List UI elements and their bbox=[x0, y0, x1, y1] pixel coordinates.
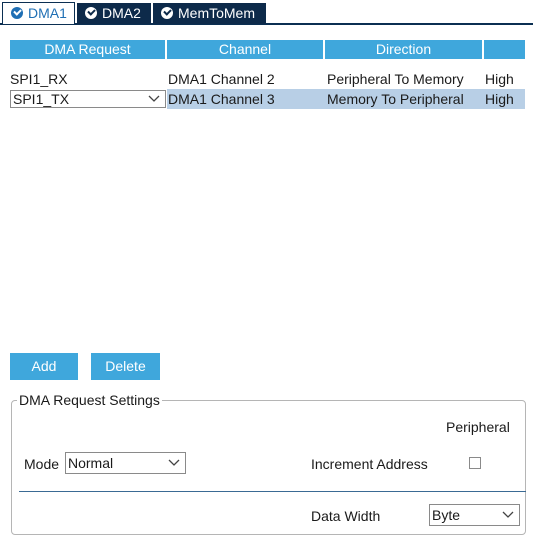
tab-label: DMA2 bbox=[102, 5, 141, 21]
tab-label: MemToMem bbox=[178, 5, 256, 21]
tab-dma2[interactable]: DMA2 bbox=[77, 3, 151, 24]
column-header-priority[interactable] bbox=[484, 40, 525, 59]
cell-priority: High bbox=[485, 71, 514, 87]
peripheral-column-label: Peripheral bbox=[446, 419, 510, 435]
chevron-down-icon bbox=[168, 459, 180, 466]
check-circle-icon bbox=[161, 7, 173, 19]
settings-divider bbox=[19, 491, 526, 492]
peripheral-increment-checkbox[interactable] bbox=[469, 457, 481, 469]
table-row[interactable]: SPI1_RX DMA1 Channel 2 Peripheral To Mem… bbox=[10, 69, 525, 89]
cell-priority: High bbox=[484, 89, 525, 109]
dma-table-header: DMA Request Channel Direction bbox=[10, 40, 525, 59]
column-header-dma-request[interactable]: DMA Request bbox=[10, 40, 167, 59]
mode-label: Mode bbox=[24, 456, 60, 472]
cell-direction: Peripheral To Memory bbox=[327, 71, 464, 87]
add-button[interactable]: Add bbox=[10, 353, 78, 380]
check-circle-icon bbox=[11, 7, 23, 19]
cell-request: SPI1_RX bbox=[10, 71, 68, 87]
column-header-channel[interactable]: Channel bbox=[167, 40, 325, 59]
chevron-down-icon bbox=[148, 95, 160, 102]
data-width-label: Data Width bbox=[311, 508, 381, 524]
chevron-down-icon bbox=[502, 511, 514, 518]
mode-select-value: Normal bbox=[68, 455, 114, 471]
table-row-selected[interactable]: SPI1_TX DMA1 Channel 3 Memory To Periphe… bbox=[10, 89, 525, 109]
dma-tab-bar: DMA1 DMA2 MemToMem bbox=[0, 0, 533, 25]
dma-request-select-value: SPI1_TX bbox=[13, 91, 70, 107]
cell-request-editor: SPI1_TX bbox=[10, 89, 167, 109]
tab-dma1[interactable]: DMA1 bbox=[2, 2, 75, 24]
tab-label: DMA1 bbox=[28, 5, 67, 21]
data-width-select[interactable]: Byte bbox=[429, 504, 520, 526]
cell-channel: DMA1 Channel 2 bbox=[168, 71, 275, 87]
check-circle-icon bbox=[85, 7, 97, 19]
cell-direction: Memory To Peripheral bbox=[325, 89, 484, 109]
tab-memtomem[interactable]: MemToMem bbox=[153, 3, 266, 24]
increment-address-label: Increment Address bbox=[311, 456, 428, 472]
column-header-direction[interactable]: Direction bbox=[325, 40, 484, 59]
settings-group-title: DMA Request Settings bbox=[17, 392, 162, 408]
mode-select[interactable]: Normal bbox=[65, 452, 186, 474]
delete-button[interactable]: Delete bbox=[91, 353, 160, 380]
dma-request-select[interactable]: SPI1_TX bbox=[10, 90, 166, 108]
data-width-select-value: Byte bbox=[432, 507, 461, 523]
cell-channel: DMA1 Channel 3 bbox=[167, 89, 325, 109]
